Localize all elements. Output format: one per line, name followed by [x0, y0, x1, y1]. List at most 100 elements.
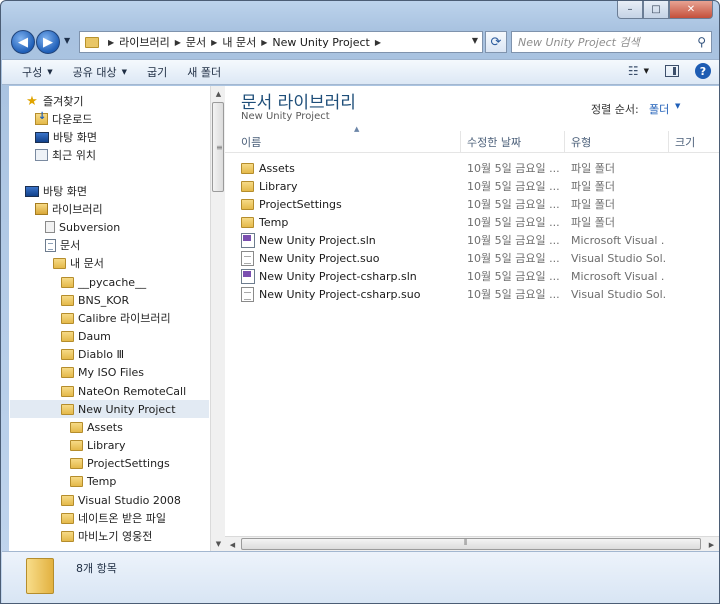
maximize-button[interactable]: □ — [643, 1, 669, 19]
address-bar[interactable]: ▶ 라이브러리 ▶ 문서 ▶ 내 문서 ▶ New Unity Project … — [79, 31, 483, 53]
search-icon[interactable]: ⚲ — [697, 35, 706, 49]
column-header-size[interactable]: 크기 — [669, 131, 719, 153]
nav-item-favorites[interactable]: ★ 즐겨찾기 — [25, 92, 83, 110]
nav-item-label: Temp — [87, 474, 117, 488]
close-button[interactable]: ✕ — [669, 1, 713, 19]
share-with-menu[interactable]: 공유 대상 ▼ — [73, 64, 127, 80]
breadcrumb-new-unity-project[interactable]: New Unity Project — [272, 36, 370, 49]
file-name: New Unity Project-csharp.sln — [259, 269, 417, 283]
recent-pages-dropdown[interactable]: ▼ — [64, 36, 70, 45]
file-date: 10월 5일 금요일 ... — [467, 180, 559, 193]
nav-item-mabinogi-heroes[interactable]: 마비노기 영웅전 — [61, 527, 152, 545]
column-header-name[interactable]: ▲ 이름 — [235, 125, 461, 153]
suo-file-icon — [241, 249, 257, 267]
new-folder-button[interactable]: 새 폴더 — [187, 64, 221, 80]
file-row[interactable]: Temp 10월 5일 금요일 ... 파일 폴더 — [225, 213, 719, 231]
nav-item-desktop[interactable]: 바탕 화면 — [25, 182, 87, 200]
column-header-type[interactable]: 유형 — [565, 131, 669, 153]
breadcrumb-separator-icon[interactable]: ▶ — [175, 38, 181, 47]
address-history-dropdown[interactable]: ▼ — [472, 36, 478, 45]
nav-item-label: Calibre 라이브러리 — [78, 312, 171, 325]
nav-item-label: Visual Studio 2008 — [78, 493, 181, 507]
folder-icon — [70, 457, 83, 469]
nav-item-calibre-library[interactable]: Calibre 라이브러리 — [61, 309, 171, 327]
nav-item-pycache[interactable]: __pycache__ — [61, 273, 146, 291]
change-view-icon[interactable]: ☷ — [628, 64, 639, 78]
nav-item-nateon-received-files[interactable]: 네이트온 받은 파일 — [61, 509, 166, 527]
file-row[interactable]: New Unity Project-csharp.sln 10월 5일 금요일 … — [225, 267, 719, 285]
search-placeholder: New Unity Project 검색 — [518, 36, 640, 49]
nav-item-libraries[interactable]: 라이브러리 — [35, 200, 103, 218]
scrollbar-thumb[interactable]: ≡ — [212, 102, 224, 192]
documents-icon — [45, 238, 56, 252]
column-header-label: 유형 — [571, 136, 592, 149]
nav-item-label: Assets — [87, 420, 123, 434]
nav-item-daum[interactable]: Daum — [61, 327, 111, 345]
file-date: 10월 5일 금요일 ... — [467, 252, 559, 265]
file-row[interactable]: New Unity Project.sln 10월 5일 금요일 ... Mic… — [225, 231, 719, 249]
nav-item-subversion[interactable]: Subversion — [45, 218, 120, 236]
nav-item-nateon-remotecall[interactable]: NateOn RemoteCall — [61, 382, 186, 400]
nav-item-bns-kor[interactable]: BNS_KOR — [61, 291, 129, 309]
file-row[interactable]: ProjectSettings 10월 5일 금요일 ... 파일 폴더 — [225, 195, 719, 213]
scroll-up-arrow-icon[interactable]: ▲ — [211, 86, 226, 101]
organize-menu[interactable]: 구성 ▼ — [22, 64, 53, 80]
scrollbar-thumb[interactable]: ⦀ — [241, 538, 701, 550]
forward-button[interactable]: ▶ — [36, 30, 60, 54]
minimize-button[interactable]: – — [617, 1, 643, 19]
file-row[interactable]: Library 10월 5일 금요일 ... 파일 폴더 — [225, 177, 719, 195]
breadcrumb-separator-icon[interactable]: ▶ — [211, 38, 217, 47]
nav-item-library[interactable]: Library — [70, 436, 125, 454]
nav-item-temp[interactable]: Temp — [70, 472, 116, 490]
file-name: New Unity Project.sln — [259, 233, 376, 247]
navigation-pane[interactable]: ★ 즐겨찾기 다운로드 바탕 화면 최근 위치 바탕 화면 라이브러리 Subv… — [9, 86, 210, 551]
file-row[interactable]: Assets 10월 5일 금요일 ... 파일 폴더 — [225, 159, 719, 177]
chevron-down-icon[interactable]: ▼ — [675, 102, 680, 110]
preview-pane-icon[interactable] — [665, 65, 679, 77]
nav-item-recent-places[interactable]: 최근 위치 — [35, 146, 96, 164]
nav-item-assets[interactable]: Assets — [70, 418, 123, 436]
back-button[interactable]: ◀ — [11, 30, 35, 54]
scroll-down-arrow-icon[interactable]: ▼ — [211, 536, 226, 551]
breadcrumb-my-documents[interactable]: 내 문서 — [222, 34, 256, 50]
nav-item-new-unity-project[interactable]: New Unity Project — [10, 400, 209, 418]
burn-button[interactable]: 굽기 — [147, 64, 167, 80]
scroll-left-arrow-icon[interactable]: ◀ — [225, 537, 240, 552]
nav-item-label: 바탕 화면 — [43, 185, 87, 198]
file-row[interactable]: New Unity Project.suo 10월 5일 금요일 ... Vis… — [225, 249, 719, 267]
folder-icon — [70, 475, 83, 487]
help-icon[interactable]: ? — [695, 63, 711, 79]
nav-item-my-iso-files[interactable]: My ISO Files — [61, 363, 144, 381]
file-list-horizontal-scrollbar[interactable]: ◀ ⦀ ▶ — [225, 536, 719, 551]
scroll-right-arrow-icon[interactable]: ▶ — [704, 537, 719, 552]
refresh-button[interactable]: ⟳ — [485, 31, 507, 53]
file-name: ProjectSettings — [259, 197, 342, 211]
chevron-down-icon: ▼ — [121, 68, 128, 76]
downloads-folder-icon — [35, 111, 48, 125]
nav-item-documents[interactable]: 문서 — [45, 236, 80, 254]
breadcrumb-documents[interactable]: 문서 — [186, 34, 206, 50]
nav-item-diablo[interactable]: Diablo Ⅲ — [61, 345, 124, 363]
breadcrumb-separator-icon[interactable]: ▶ — [375, 38, 381, 47]
nav-item-visual-studio-2008[interactable]: Visual Studio 2008 — [61, 491, 181, 509]
nav-item-downloads[interactable]: 다운로드 — [35, 110, 92, 128]
nav-item-label: 즐겨찾기 — [43, 95, 84, 108]
breadcrumb-separator-icon[interactable]: ▶ — [108, 38, 114, 47]
navigation-scrollbar[interactable]: ▲ ≡ ▼ — [210, 86, 225, 551]
library-icon — [35, 203, 48, 215]
column-header-label: 크기 — [675, 136, 696, 149]
nav-item-my-documents[interactable]: 내 문서 — [53, 254, 104, 272]
arrange-by-dropdown[interactable]: 폴더 — [649, 101, 669, 117]
folder-icon — [61, 312, 74, 324]
nav-item-desktop-favorite[interactable]: 바탕 화면 — [35, 128, 97, 146]
burn-label: 굽기 — [147, 66, 168, 79]
column-header-date-modified[interactable]: 수정한 날짜 — [461, 131, 565, 153]
file-row[interactable]: New Unity Project-csharp.suo 10월 5일 금요일 … — [225, 285, 719, 303]
search-input[interactable]: New Unity Project 검색 ⚲ — [511, 31, 712, 53]
nav-item-projectsettings[interactable]: ProjectSettings — [70, 454, 170, 472]
breadcrumb-libraries[interactable]: 라이브러리 — [119, 34, 170, 50]
breadcrumb-separator-icon[interactable]: ▶ — [261, 38, 267, 47]
file-list-pane[interactable]: 문서 라이브러리 New Unity Project 정렬 순서: 폴더 ▼ ▲… — [225, 86, 719, 551]
chevron-down-icon[interactable]: ▼ — [644, 67, 649, 75]
refresh-icon: ⟳ — [490, 34, 502, 50]
